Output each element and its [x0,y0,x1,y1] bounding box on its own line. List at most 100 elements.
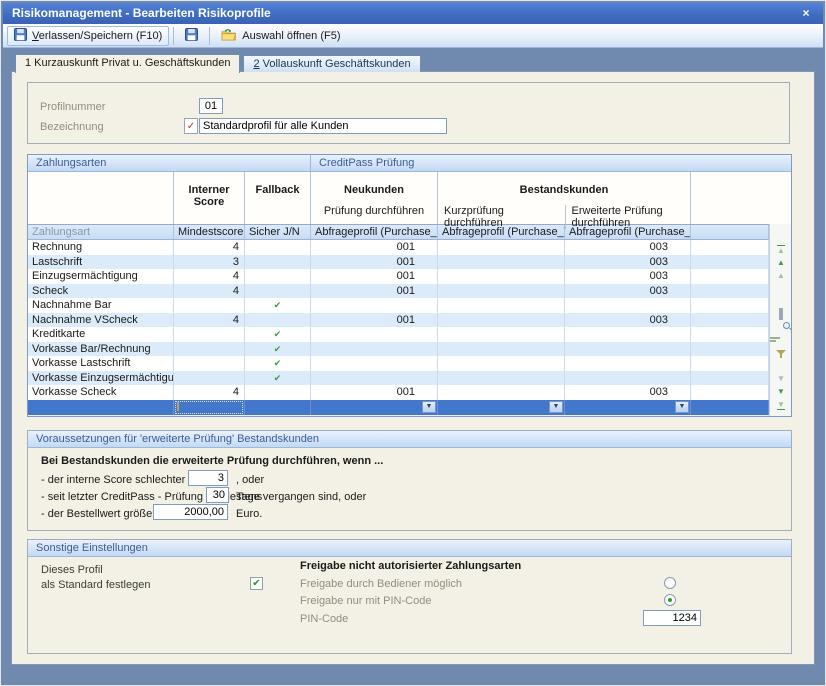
col-abfrageprofil-neu[interactable]: Abfrageprofil (Purchase_Type) [311,225,438,239]
order-value-condition-suffix: Euro. [236,506,262,522]
grid-column-titles: Zahlungsart Mindestscore Sicher J/N Abfr… [28,225,791,240]
profile-number-label: Profilnummer [40,101,105,113]
open-selection-label: Auswahl öffnen (F5) [242,30,340,42]
table-row[interactable]: Scheck4001003 [28,284,769,299]
settings-group: Sonstige Einstellungen Dieses Profil als… [27,539,792,654]
tabstrip: 1 Kurzauskunft Privat u. Geschäftskunden… [15,53,421,72]
edit-cell-mindestscore[interactable] [174,400,245,415]
days-condition-label: - seit letzter CreditPass - Prüfung mind… [41,489,262,505]
tab-kurzauskunft[interactable]: 1 Kurzauskunft Privat u. Geschäftskunden [15,54,240,73]
prerequisites-group: Voraussetzungen für 'erweiterte Prüfung'… [27,430,792,531]
close-button[interactable]: × [797,3,815,24]
table-row[interactable]: Einzugsermächtigung4001003 [28,269,769,284]
save-icon [185,28,198,44]
table-row[interactable]: Nachnahme Bar✔ [28,298,769,313]
edit-cell-abfrageprofil-erw[interactable]: ▼ [565,400,691,415]
window-title: Risikomanagement - Bearbeiten Risikoprof… [12,6,271,20]
pin-code-label: PIN-Code [300,613,348,625]
spellcheck-icon[interactable]: ✓ [184,118,198,134]
toolbar-separator [209,27,210,45]
col-abfrageprofil-erw[interactable]: Abfrageprofil (Purchase_Type) [565,225,691,239]
table-row[interactable]: Vorkasse Bar/Rechnung✔ [28,342,769,357]
col-sicher[interactable]: Sicher J/N [245,225,311,239]
dropdown-button[interactable]: ▼ [422,401,436,413]
days-condition-suffix: Tage vergangen sind, oder [236,489,366,505]
edit-cell-abfrageprofil-kurz[interactable]: ▼ [438,400,565,415]
filter-icon[interactable] [770,350,792,358]
header-spacer [691,172,790,224]
order-value-condition-input[interactable] [153,504,228,520]
nav-first-icon[interactable]: ▲ [770,245,792,255]
default-profile-checkbox[interactable]: ✔ [250,577,263,590]
dropdown-button[interactable]: ▼ [675,401,689,413]
profile-name-input[interactable] [199,118,447,134]
settings-title: Sonstige Einstellungen [28,540,791,557]
profile-group: Profilnummer Bezeichnung ✓ [27,82,790,144]
table-row[interactable]: Lastschrift3001003 [28,255,769,270]
grid-band: Zahlungsarten CreditPass Prüfung [28,155,791,172]
grid-body: Rechnung4001003 Lastschrift3001003 Einzu… [28,240,769,417]
payment-grid-group: Zahlungsarten CreditPass Prüfung Interne… [27,154,792,417]
table-row[interactable]: Rechnung4001003 [28,240,769,255]
table-row[interactable]: Kreditkarte✔ [28,327,769,342]
default-profile-label-2: als Standard festlegen [41,579,150,591]
col-zahlungsart[interactable]: Zahlungsart [28,225,174,239]
release-title: Freigabe nicht autorisierter Zahlungsart… [300,560,521,572]
release-operator-radio[interactable] [664,577,676,589]
profile-number-input[interactable] [199,98,223,114]
sort-icon[interactable] [770,336,792,342]
nav-next-page-icon[interactable]: ▼ [770,374,792,383]
nav-prev-icon[interactable]: ▲ [770,258,792,267]
nav-next-icon[interactable]: ▼ [770,387,792,396]
header-spacer [28,172,174,224]
header-neukunden: Neukunden [311,184,437,196]
grid-navigator: ▲ ▲ ▲ ▼ ▼ ▼ [769,224,791,416]
toolbar-separator [173,27,174,45]
nav-prev-page-icon[interactable]: ▲ [770,271,792,280]
save-icon [14,28,27,44]
titlebar: Risikomanagement - Bearbeiten Risikoprof… [3,3,823,24]
col-empty [691,225,769,239]
save-button[interactable] [178,26,205,46]
band-zahlungsarten: Zahlungsarten [28,155,311,171]
text-caret [177,402,179,411]
table-row[interactable]: Nachnahme VScheck4001003 [28,313,769,328]
open-selection-button[interactable]: Auswahl öffnen (F5) [214,26,347,46]
tab-vollauskunft[interactable]: 2 Vollauskunft Geschäftskunden [243,55,420,72]
columns-icon[interactable] [770,308,792,320]
prerequisites-intro: Bei Bestandskunden die erweiterte Prüfun… [41,455,383,467]
score-condition-suffix: , oder [236,472,264,488]
table-row[interactable]: Vorkasse Einzugsermächtigung✔ [28,371,769,386]
tab-kurzauskunft-label: 1 Kurzauskunft Privat u. Geschäftskunden [25,57,230,69]
nav-last-icon[interactable]: ▼ [770,400,792,410]
header-interner-score: Interner Score [174,184,244,208]
table-row[interactable]: Vorkasse Scheck4001003 [28,385,769,400]
days-condition-input[interactable] [206,487,229,503]
col-abfrageprofil-kurz[interactable]: Abfrageprofil (Purchase_Type) [438,225,565,239]
default-profile-label-1: Dieses Profil [41,564,103,576]
edit-row-selected[interactable]: ▼ ▼ ▼ [28,400,769,415]
score-condition-input[interactable] [188,470,228,486]
profile-name-label: Bezeichnung [40,121,104,133]
app-window: Risikomanagement - Bearbeiten Risikoprof… [0,0,826,686]
dropdown-button[interactable]: ▼ [549,401,563,413]
save-exit-label: Verlassen/Speichern (F10) [32,30,162,42]
toolbar: Verlassen/Speichern (F10) Auswahl öffnen… [3,24,823,48]
release-pin-radio[interactable] [664,594,676,606]
pin-code-input[interactable] [643,610,701,626]
save-exit-button[interactable]: Verlassen/Speichern (F10) [7,26,169,46]
header-neukunden-sub: Prüfung durchführen [311,205,437,217]
table-row[interactable]: Vorkasse Lastschrift✔ [28,356,769,371]
edit-cell-abfrageprofil-neu[interactable]: ▼ [311,400,438,415]
header-bestandskunden: Bestandskunden [438,184,690,196]
prerequisites-title: Voraussetzungen für 'erweiterte Prüfung'… [28,431,791,448]
grid-header: Interner Score Fallback Neukunden Prüfun… [28,172,791,225]
open-folder-icon [221,28,237,44]
tab-vollauskunft-label: 2 Vollauskunft Geschäftskunden [253,58,410,70]
col-mindestscore[interactable]: Mindestscore [174,225,245,239]
header-fallback: Fallback [245,184,310,196]
release-pin-label: Freigabe nur mit PIN-Code [300,595,431,607]
main-panel: Profilnummer Bezeichnung ✓ Zahlungsarten… [11,71,815,665]
band-creditpass: CreditPass Prüfung [311,155,791,171]
release-operator-label: Freigabe durch Bediener möglich [300,578,462,590]
